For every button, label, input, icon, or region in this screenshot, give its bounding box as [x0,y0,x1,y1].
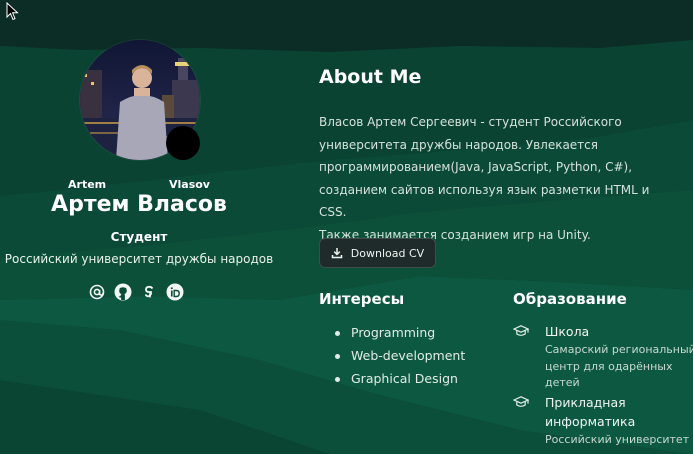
education-item-title: информатика [545,414,636,429]
education-item-subtitle: центр для одарённых [545,359,673,373]
interests-list: Programming Web-development Graphical De… [333,323,465,392]
education-item-subtitle: детей [545,376,580,389]
about-line: программированием(Java, JavaScript, Pyth… [319,160,633,174]
about-line: Власов Артем Сергеевич - студент Российс… [319,115,622,129]
about-line: созданием сайтов используя язык разметки… [319,182,650,220]
education-item-subtitle: Российский университет [545,433,690,446]
list-item: Programming [333,323,465,346]
education-title: Образование [513,290,627,308]
graduation-cap-icon [513,396,529,407]
about-line: университета дружбы народов. Увлекается [319,137,598,152]
download-icon [331,248,343,259]
github-icon[interactable] [114,283,132,301]
google-scholar-icon[interactable] [140,283,158,301]
interests-title: Интересы [319,290,405,308]
education-item-title: Прикладная [545,395,626,410]
about-text: Власов Артем Сергеевич - студент Российс… [319,111,679,246]
list-item: Web-development [333,346,465,369]
status-indicator [166,126,200,160]
at-sign-icon[interactable] [88,283,106,301]
list-item: Graphical Design [333,369,465,392]
orcid-icon[interactable] [166,283,184,301]
profile-university: Российский университет дружбы народов [4,252,274,266]
education-item-title: Школа [545,324,590,339]
download-cv-label: Download CV [350,246,425,260]
profile-name: Артем Власов [51,192,227,217]
education-item-subtitle: Самарский региональный [545,343,693,356]
mouse-cursor-icon [6,2,19,21]
about-title: About Me [319,66,422,88]
social-links [88,282,184,302]
download-cv-button[interactable]: Download CV [319,238,436,268]
last-name-label: Vlasov [169,178,210,191]
graduation-cap-icon [513,325,529,336]
profile-role: Студент [110,230,168,244]
first-name-label: Artem [68,178,107,191]
